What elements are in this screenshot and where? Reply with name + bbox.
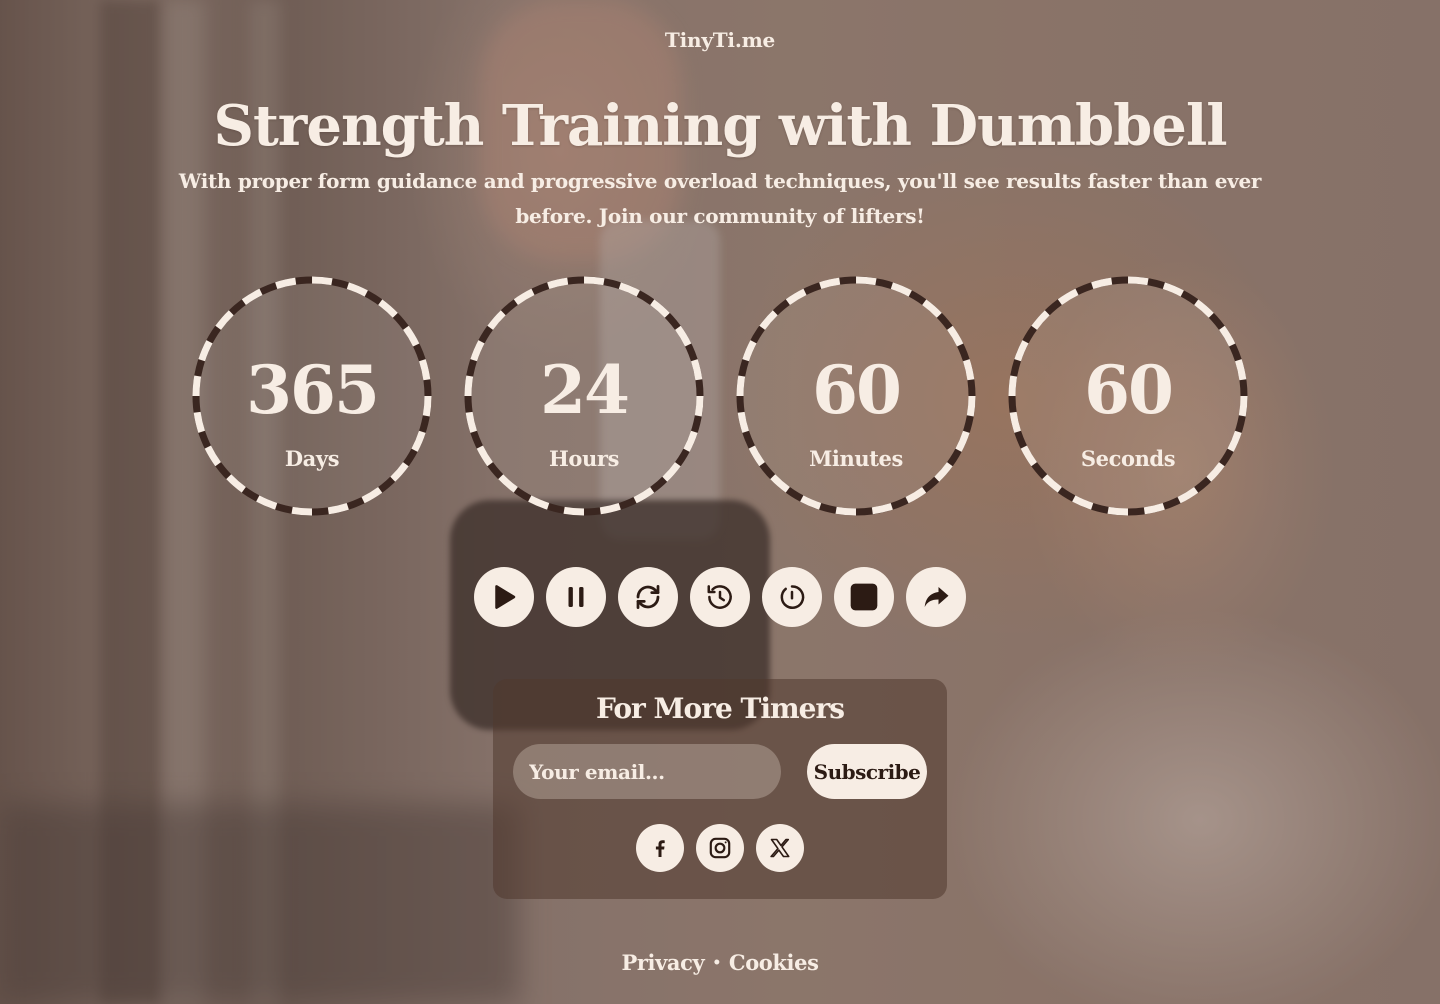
timer-days: 365 Days xyxy=(192,276,432,516)
timer-label: Minutes xyxy=(809,446,903,471)
refresh-button[interactable] xyxy=(618,567,678,627)
timer-label: Seconds xyxy=(1080,446,1176,471)
instagram-icon xyxy=(709,837,731,859)
timer-label: Hours xyxy=(548,446,619,471)
share-button[interactable] xyxy=(906,567,966,627)
cookies-link[interactable]: Cookies xyxy=(729,950,819,975)
x-link[interactable] xyxy=(756,824,804,872)
footer: Privacy • Cookies xyxy=(0,950,1440,975)
share-icon xyxy=(924,587,949,607)
facebook-link[interactable] xyxy=(636,824,684,872)
timer-value: 60 xyxy=(1084,351,1174,429)
newsletter-panel: For More Timers Subscribe xyxy=(493,679,947,899)
timer-value: 60 xyxy=(812,351,902,429)
page-content: TinyTi.me Strength Training with Dumbbel… xyxy=(0,0,1440,1004)
pause-icon xyxy=(568,587,584,607)
pause-button[interactable] xyxy=(546,567,606,627)
social-links xyxy=(636,824,806,874)
facebook-icon xyxy=(655,840,665,857)
play-button[interactable] xyxy=(474,567,534,627)
countdown-timers: 365 Days 24 Hours 60 Minutes 60 Seconds xyxy=(0,276,1440,516)
page-title: Strength Training with Dumbbell xyxy=(213,93,1228,159)
timer-controls xyxy=(474,567,968,627)
rewind-icon xyxy=(707,585,732,609)
timer-minutes: 60 Minutes xyxy=(736,276,976,516)
rewind-button[interactable] xyxy=(690,567,750,627)
timer-hours: 24 Hours xyxy=(464,276,704,516)
instagram-link[interactable] xyxy=(696,824,744,872)
x-icon xyxy=(770,838,790,858)
footer-separator: • xyxy=(712,955,721,971)
restart-button[interactable] xyxy=(762,567,822,627)
restart-icon xyxy=(780,585,805,609)
play-icon xyxy=(495,585,516,609)
refresh-icon xyxy=(636,585,660,609)
timer-value: 24 xyxy=(540,351,630,429)
stop-icon xyxy=(850,583,878,611)
privacy-link[interactable]: Privacy xyxy=(621,950,704,975)
stop-button[interactable] xyxy=(834,567,894,627)
page-subtitle: With proper form guidance and progressiv… xyxy=(178,169,1262,228)
timer-value: 365 xyxy=(246,351,380,429)
email-field[interactable] xyxy=(513,744,781,799)
brand-logo[interactable]: TinyTi.me xyxy=(0,28,1440,52)
subscribe-button[interactable]: Subscribe xyxy=(807,744,927,799)
newsletter-title: For More Timers xyxy=(596,692,845,725)
timer-seconds: 60 Seconds xyxy=(1008,276,1248,516)
timer-label: Days xyxy=(284,446,340,471)
